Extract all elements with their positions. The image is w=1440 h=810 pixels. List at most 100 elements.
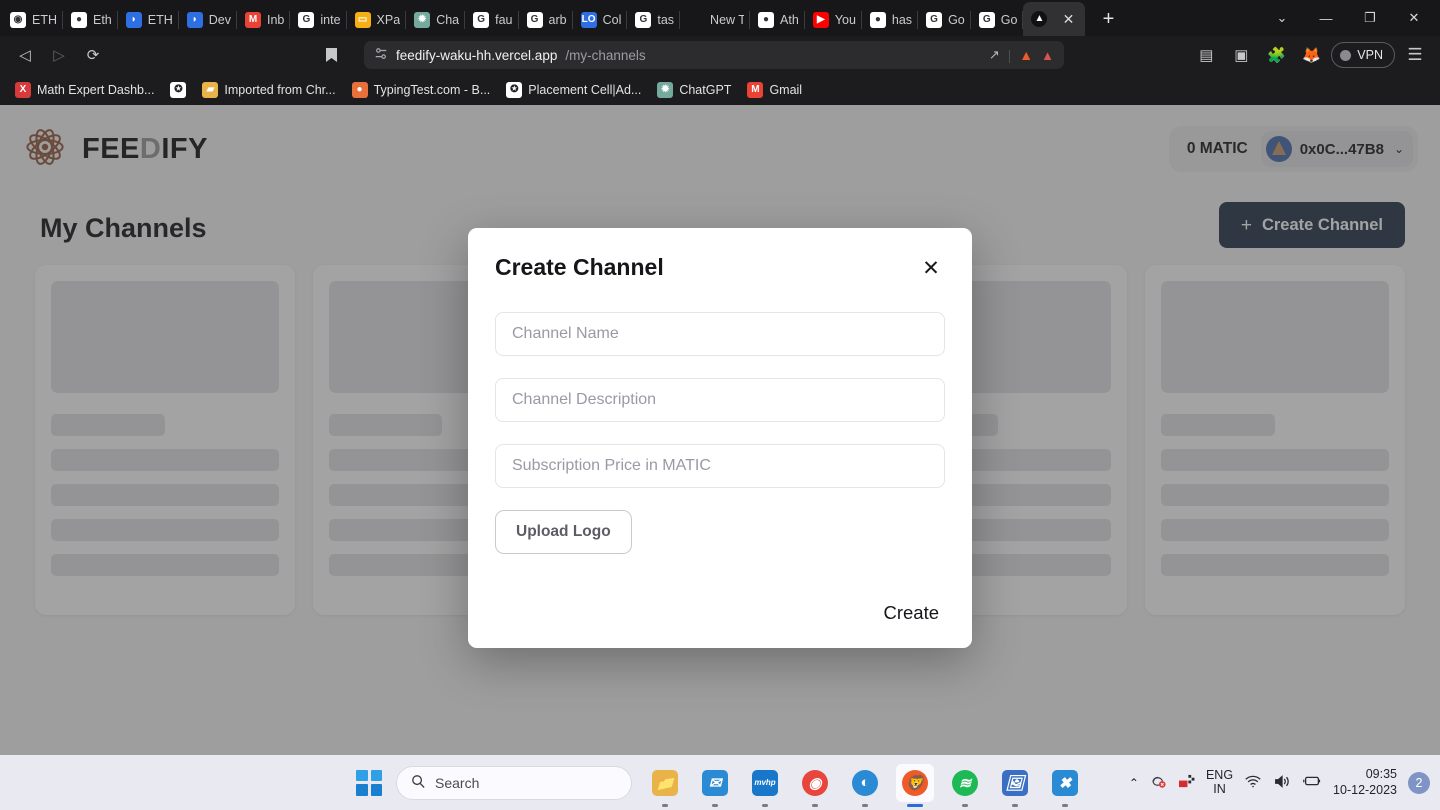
globe-icon: ✪ bbox=[170, 81, 187, 98]
browser-tab[interactable]: ● Eth bbox=[63, 4, 118, 36]
clock[interactable]: 09:35 10-12-2023 bbox=[1333, 767, 1397, 798]
browser-tab[interactable]: ▭ XPa bbox=[347, 4, 407, 36]
bookmark-item[interactable]: ✪ Placement Cell|Ad... bbox=[499, 78, 648, 102]
browser-tab-label: Go bbox=[948, 13, 965, 27]
brave-shields-icon[interactable]: ▲ bbox=[1019, 47, 1033, 63]
battery-icon[interactable] bbox=[1302, 774, 1322, 791]
browser-tab[interactable]: ✹ Cha bbox=[406, 4, 466, 36]
blank-icon bbox=[688, 12, 704, 28]
bookmark-item[interactable]: ● TypingTest.com - B... bbox=[345, 78, 498, 102]
browser-tab[interactable]: LO Col bbox=[573, 4, 628, 36]
tab-close-button[interactable]: ✕ bbox=[1059, 10, 1077, 28]
metamask-extension-icon[interactable]: 🦊 bbox=[1296, 40, 1326, 70]
upload-logo-button[interactable]: Upload Logo bbox=[495, 510, 632, 554]
subscription-price-input[interactable] bbox=[495, 444, 945, 488]
taskbar-running-indicator bbox=[762, 803, 768, 807]
bluetooth-off-icon[interactable] bbox=[1150, 774, 1167, 792]
google-icon: G bbox=[635, 12, 652, 28]
ethereum-icon: ◗ bbox=[125, 12, 142, 28]
language-indicator[interactable]: ENG IN bbox=[1205, 767, 1234, 797]
typingtest-icon: ● bbox=[351, 81, 368, 98]
share-icon[interactable]: ↗ bbox=[989, 47, 1000, 63]
browser-tab[interactable]: ● Ath bbox=[750, 4, 805, 36]
create-channel-modal: Create Channel ✕ Upload Logo Create bbox=[468, 228, 972, 648]
globe-icon: ✪ bbox=[506, 81, 523, 98]
bookmark-label: Imported from Chr... bbox=[224, 82, 336, 97]
address-bar[interactable]: feedify-waku-hh.vercel.app /my-channels … bbox=[364, 41, 1064, 69]
search-icon bbox=[411, 774, 426, 792]
new-tab-button[interactable]: + bbox=[1093, 4, 1123, 34]
windows-start-button[interactable] bbox=[356, 769, 382, 796]
browser-menu-button[interactable]: ☰ bbox=[1400, 40, 1430, 70]
vpn-status-dot bbox=[1340, 49, 1352, 61]
vpn-button[interactable]: VPN bbox=[1331, 42, 1395, 68]
folder-icon: ▰ bbox=[202, 81, 219, 98]
notification-badge[interactable]: 2 bbox=[1408, 771, 1430, 794]
edge-icon[interactable]: ◐ bbox=[846, 764, 884, 807]
taskbar-running-indicator bbox=[862, 803, 868, 807]
browser-tab[interactable]: ● has bbox=[862, 4, 919, 36]
browser-tab[interactable]: Garb bbox=[519, 4, 573, 36]
back-button[interactable]: ◁ bbox=[10, 40, 40, 70]
maximize-button[interactable]: ❐ bbox=[1348, 1, 1392, 35]
extensions-icon[interactable]: 🧩 bbox=[1261, 40, 1291, 70]
taskbar-search-box[interactable]: Search bbox=[396, 765, 632, 800]
bookmark-item[interactable]: ▰ Imported from Chr... bbox=[195, 78, 342, 102]
browser-tab-active[interactable]: ▲ ✕ bbox=[1023, 2, 1086, 36]
bookmark-item[interactable]: ✪ bbox=[163, 78, 193, 102]
minimize-button[interactable]: — bbox=[1304, 1, 1348, 35]
brave-icon[interactable]: 🦁 bbox=[896, 763, 934, 807]
create-submit-button[interactable]: Create bbox=[877, 598, 945, 628]
system-tray: ⌃ ENG IN 09:35 10-12-2023 2 bbox=[1129, 767, 1430, 798]
browser-tab[interactable]: Gtas bbox=[627, 4, 680, 36]
volume-icon[interactable] bbox=[1273, 774, 1291, 792]
forward-button[interactable]: ▷ bbox=[44, 40, 74, 70]
bookmark-item[interactable]: M Gmail bbox=[740, 78, 809, 102]
chrome-icon[interactable]: ◉ bbox=[796, 764, 834, 807]
wifi-icon[interactable] bbox=[1244, 774, 1262, 792]
reload-button[interactable]: ⟳ bbox=[78, 40, 108, 70]
channel-description-input[interactable] bbox=[495, 378, 945, 422]
brave-icon: ▲ bbox=[1031, 11, 1048, 27]
browser-tab[interactable]: ◗ Dev bbox=[179, 4, 238, 36]
sidebar-toggle-icon[interactable]: ▣ bbox=[1226, 40, 1256, 70]
channel-name-input[interactable] bbox=[495, 312, 945, 356]
browser-tab[interactable]: G Go bbox=[918, 4, 971, 36]
xpanel-icon: ▭ bbox=[354, 12, 371, 28]
clock-date: 10-12-2023 bbox=[1333, 782, 1397, 797]
spotify-icon[interactable]: ≋ bbox=[946, 764, 984, 807]
bookmark-item[interactable]: ✹ ChatGPT bbox=[650, 78, 738, 102]
browser-tab[interactable]: ▶ You bbox=[805, 4, 863, 36]
tray-expand-icon[interactable]: ⌃ bbox=[1129, 776, 1139, 790]
browser-tab-label: Go bbox=[1000, 13, 1018, 27]
wallet-icon[interactable]: ▤ bbox=[1191, 40, 1221, 70]
browser-tab-label: Cha bbox=[436, 13, 460, 27]
tab-search-button[interactable]: ⌄ bbox=[1260, 1, 1304, 35]
google-icon: G bbox=[298, 12, 315, 28]
photos-icon[interactable]: 🖼 bbox=[996, 764, 1034, 807]
browser-tab[interactable]: New Tab bbox=[680, 4, 751, 36]
file-explorer-icon[interactable]: 📁 bbox=[646, 764, 684, 807]
browser-tab-label: You bbox=[834, 13, 856, 27]
language-line1: ENG bbox=[1205, 767, 1234, 782]
chrome-icon-glyph: ◉ bbox=[802, 769, 828, 796]
taskbar-running-indicator bbox=[907, 803, 923, 807]
close-window-button[interactable]: ✕ bbox=[1392, 1, 1436, 35]
browser-tab[interactable]: G Go bbox=[971, 4, 1024, 36]
alert-triangle-icon[interactable]: ▲ bbox=[1041, 48, 1054, 63]
site-settings-icon[interactable] bbox=[374, 47, 388, 64]
mail-icon[interactable]: ✉ bbox=[696, 764, 734, 807]
close-icon[interactable]: ✕ bbox=[917, 254, 945, 282]
bookmark-icon[interactable] bbox=[316, 40, 346, 70]
browser-tab[interactable]: Ginte bbox=[290, 4, 347, 36]
browser-tab[interactable]: M Inb bbox=[237, 4, 291, 36]
github-icon: ● bbox=[869, 12, 886, 28]
vscode-icon[interactable]: ✖ bbox=[1046, 764, 1084, 807]
browser-tab[interactable]: ◉ ETH bbox=[2, 4, 63, 36]
browser-tab[interactable]: Gfau bbox=[465, 4, 519, 36]
browser-tab[interactable]: ◗ ETH bbox=[118, 4, 179, 36]
google-icon: G bbox=[926, 12, 943, 28]
bookmark-item[interactable]: X Math Expert Dashb... bbox=[8, 78, 161, 102]
mvhp-app-icon[interactable]: mvhp bbox=[746, 764, 784, 807]
tray-app-icon[interactable] bbox=[1178, 774, 1195, 792]
